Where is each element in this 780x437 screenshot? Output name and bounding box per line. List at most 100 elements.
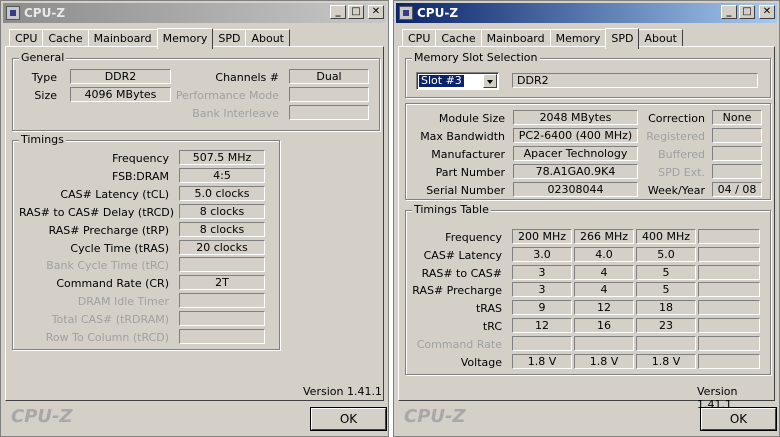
timings-table-cell: 5 [636, 264, 696, 280]
chevron-down-icon[interactable] [483, 74, 497, 88]
timings-table-cell [698, 282, 760, 298]
tab-about[interactable]: About [638, 29, 683, 47]
tab-cpu[interactable]: CPU [402, 29, 437, 47]
timing-label: RAS# to CAS# Delay (tRCD) [19, 205, 175, 219]
manufacturer-value: Apacer Technology [513, 146, 638, 161]
tab-about[interactable]: About [245, 29, 290, 47]
timing-value: 20 clocks [179, 239, 265, 255]
registered-label: Registered [646, 130, 705, 143]
serial-number-value: 02308044 [513, 182, 638, 197]
timing-label: RAS# Precharge (tRP) [48, 223, 169, 237]
correction-label: Correction [648, 112, 705, 125]
timing-label: Bank Cycle Time (tRC) [46, 259, 169, 273]
timing-value [179, 293, 265, 309]
timings-table-cell: 3.0 [512, 246, 572, 262]
max-bandwidth-label: Max Bandwidth [420, 130, 505, 143]
tab-strip: CPU Cache Mainboard Memory SPD About [402, 27, 683, 49]
maximize-button[interactable]: □ [348, 5, 364, 19]
timings-table-cell: 12 [574, 300, 634, 316]
maximize-button[interactable]: □ [739, 5, 755, 19]
cpuz-logo: CPU-Z [11, 406, 73, 427]
timings-table-cell: 1.8 V [636, 353, 696, 369]
performance-mode-label: Performance Mode [175, 89, 279, 102]
spd-panel: Memory Slot Selection Slot #3 DDR2 Modul… [398, 46, 775, 411]
timings-table-label: tRC [482, 320, 502, 333]
timings-table-cell: 400 MHz [636, 229, 696, 244]
close-button[interactable]: ✕ [368, 5, 384, 19]
cpuz-logo: CPU-Z [404, 406, 466, 427]
cpuz-window-memory: CPU-Z _ □ ✕ CPU Cache Mainboard Memory SPD Ab… [0, 0, 389, 437]
timings-table-cell [512, 335, 572, 351]
timings-table-group: Timings Table Frequency 200 MHz 266 MHz 400… [405, 203, 771, 375]
buffered-label: Buffered [658, 148, 705, 161]
tab-cpu[interactable]: CPU [9, 29, 44, 47]
timings-table-label: RAS# Precharge [412, 284, 502, 298]
tab-cache[interactable]: Cache [435, 29, 482, 47]
tab-cache[interactable]: Cache [42, 29, 89, 47]
week-year-value: 04 / 08 [712, 182, 762, 197]
bank-interleave-label: Bank Interleave [192, 107, 279, 120]
minimize-button[interactable]: _ [330, 5, 346, 19]
cpuz-window-spd: CPU-Z _ □ ✕ CPU Cache Mainboard Memory SPD Ab… [393, 0, 780, 437]
ok-button[interactable]: OK [311, 408, 386, 430]
max-bandwidth-value: PC2-6400 (400 MHz) [513, 128, 638, 143]
tab-mainboard[interactable]: Mainboard [480, 29, 551, 47]
timings-table-cell: 23 [636, 318, 696, 333]
tab-memory[interactable]: Memory [549, 29, 607, 47]
tab-strip: CPU Cache Mainboard Memory SPD About [9, 27, 290, 49]
timings-table-label: Command Rate [416, 337, 502, 351]
timing-value [179, 329, 265, 344]
cpuz-app-icon [399, 6, 413, 20]
tab-spd[interactable]: SPD [212, 29, 247, 47]
timing-label: DRAM Idle Timer [77, 295, 169, 309]
timing-value [179, 257, 265, 273]
timings-table-cell: 5.0 [636, 246, 696, 262]
timings-table-cell: 16 [574, 318, 634, 333]
channels-value: Dual [289, 69, 369, 84]
tab-spd[interactable]: SPD [605, 28, 640, 49]
timings-table-cell [698, 300, 760, 316]
timing-value: 8 clocks [179, 221, 265, 237]
title-bar[interactable]: CPU-Z _ □ ✕ [3, 3, 386, 23]
ok-button[interactable]: OK [701, 408, 776, 430]
channels-label: Channels # [215, 71, 279, 84]
module-size-value: 2048 MBytes [513, 110, 638, 125]
timings-table-cell: 5 [636, 282, 696, 298]
slot-select[interactable]: Slot #3 [416, 72, 499, 90]
timings-table-cell: 266 MHz [574, 229, 634, 244]
timings-table-cell [574, 335, 634, 351]
timing-label: Row To Column (tRCD) [45, 331, 169, 344]
manufacturer-label: Manufacturer [431, 148, 505, 161]
minimize-button[interactable]: _ [721, 5, 737, 19]
tab-mainboard[interactable]: Mainboard [87, 29, 158, 47]
timings-table-cell: 1.8 V [574, 353, 634, 369]
timings-table-label: Frequency [445, 231, 502, 244]
title-bar[interactable]: CPU-Z _ □ ✕ [396, 3, 777, 23]
timing-label: Cycle Time (tRAS) [70, 241, 169, 255]
timing-label: Total CAS# (tRDRAM) [51, 313, 169, 327]
timing-label: Command Rate (CR) [56, 277, 169, 291]
spd-ext-value [712, 164, 762, 179]
bank-interleave-value [289, 105, 369, 120]
group-title: Timings Table [412, 203, 491, 216]
timings-table-cell: 4 [574, 282, 634, 298]
timings-table-cell: 12 [512, 318, 572, 333]
timing-value: 8 clocks [179, 203, 265, 219]
tab-memory[interactable]: Memory [156, 28, 214, 49]
timings-table-label: CAS# Latency [423, 248, 502, 262]
group-title: Timings [19, 133, 66, 146]
week-year-label: Week/Year [647, 184, 705, 197]
registered-value [712, 128, 762, 143]
timings-table-cell [636, 335, 696, 351]
type-value: DDR2 [70, 69, 171, 84]
version-label: Version 1.41.1 [303, 385, 382, 398]
timings-table-label: Voltage [460, 355, 502, 369]
timings-table-cell [698, 264, 760, 280]
part-number-label: Part Number [435, 166, 505, 179]
timings-table-cell: 200 MHz [512, 229, 572, 244]
general-group: General Type DDR2 Size 4096 MBytes Chann… [12, 51, 380, 131]
timing-value: 2T [179, 275, 265, 291]
timing-label: CAS# Latency (tCL) [60, 187, 169, 201]
timings-table-cell [698, 335, 760, 351]
close-button[interactable]: ✕ [759, 5, 775, 19]
